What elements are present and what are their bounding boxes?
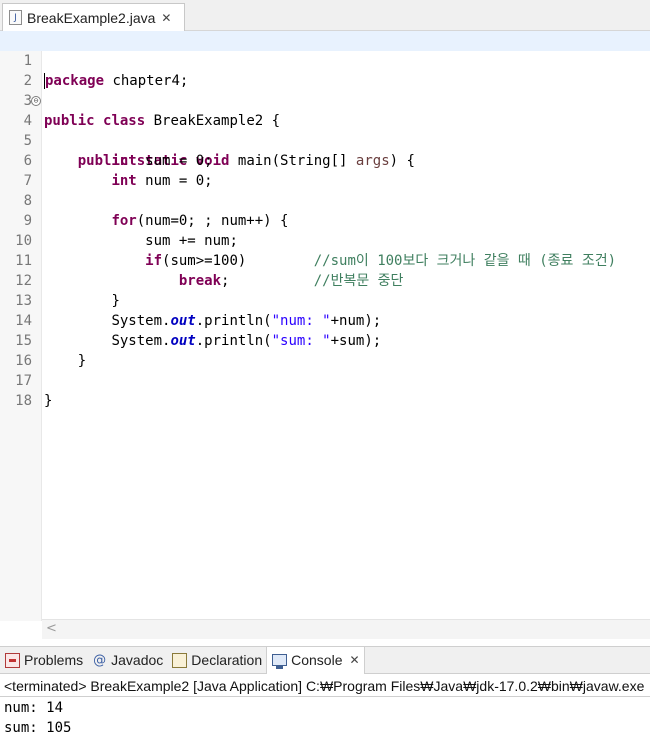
horizontal-scrollbar[interactable]: <	[42, 619, 650, 639]
code-line-13[interactable]: 13 System.out.println("num: "+num);	[0, 271, 650, 329]
code-line-6[interactable]: 6 int num = 0;	[0, 131, 650, 189]
line-number: 18	[15, 393, 32, 409]
javadoc-icon: @	[93, 652, 107, 668]
code-line-9[interactable]: 9 sum += num;	[0, 191, 650, 249]
code-editor[interactable]: 1 package chapter4; 2 3 public class Bre…	[0, 31, 650, 639]
java-file-icon: J	[9, 10, 22, 25]
tab-console[interactable]: Console ✕	[266, 646, 365, 674]
tab-javadoc[interactable]: @ Javadoc	[87, 647, 167, 673]
code-line-2[interactable]: 2	[0, 51, 650, 89]
tab-label: Javadoc	[111, 652, 164, 668]
code-line-17[interactable]: 17 }	[0, 351, 650, 409]
tab-problems[interactable]: Problems	[0, 647, 87, 673]
code-line-16[interactable]: 16	[0, 331, 650, 369]
code-line-7[interactable]: 7	[0, 151, 650, 189]
code-line-3[interactable]: 3 public class BreakExample2 {	[0, 71, 650, 129]
tab-label: Console	[291, 652, 343, 668]
declaration-icon	[172, 652, 188, 668]
editor-tab-strip: J BreakExample2.java ✕	[0, 0, 650, 31]
bottom-panel-tabs: Problems @ Javadoc Declaration Console ✕	[0, 646, 650, 674]
divider	[0, 696, 650, 697]
close-icon[interactable]: ✕	[350, 653, 360, 667]
fold-collapse-icon[interactable]: ⊖	[31, 96, 41, 106]
code-line-15[interactable]: 15 }	[0, 311, 650, 369]
tab-declaration[interactable]: Declaration	[167, 647, 266, 673]
code-line-14[interactable]: 14 System.out.println("sum: "+sum);	[0, 291, 650, 349]
tab-label: Problems	[24, 652, 84, 668]
code-line-1[interactable]: 1 package chapter4;	[0, 31, 650, 89]
code-line-5[interactable]: 5 int sum = 0;	[0, 111, 650, 169]
console-icon	[272, 654, 288, 669]
code-line-11[interactable]: 11 break; //반복문 중단	[0, 231, 650, 289]
code-line-4[interactable]: 4 ⊖ public static void main(String[] arg…	[0, 91, 650, 169]
editor-tab-breakexample2[interactable]: J BreakExample2.java ✕	[2, 3, 185, 31]
editor-tab-title: BreakExample2.java	[27, 9, 156, 26]
code-line-8[interactable]: 8 for(num=0; ; num++) {	[0, 171, 650, 229]
console-output-line: num: 14	[4, 700, 64, 716]
tab-label: Declaration	[191, 652, 263, 668]
code-line-18[interactable]: 18	[0, 371, 650, 409]
console-view[interactable]: <terminated> BreakExample2 [Java Applica…	[0, 674, 650, 755]
scroll-left-icon[interactable]: <	[46, 621, 57, 636]
close-icon[interactable]: ✕	[161, 11, 171, 25]
code-line-12[interactable]: 12 }	[0, 251, 650, 309]
console-output-line: sum: 105	[4, 720, 72, 736]
code-text: }	[44, 393, 53, 409]
console-status: <terminated> BreakExample2 [Java Applica…	[4, 678, 645, 694]
code-line-10[interactable]: 10 if(sum>=100) //sum이 100보다 크거나 같을 때 (종…	[0, 211, 650, 269]
problems-icon	[5, 652, 20, 668]
